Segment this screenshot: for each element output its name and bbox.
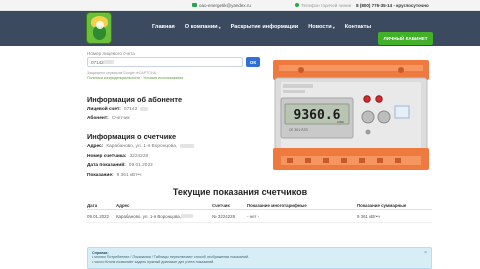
company-logo[interactable] [86, 12, 112, 44]
chevron-down-icon: ▾ [332, 24, 335, 30]
header-multitariff: Показание многотарифные [247, 202, 307, 208]
account-label: Номер лицевого счета [87, 51, 135, 56]
header-address: Адрес [116, 202, 130, 208]
subscriber-name-row: Абонент: Счетчик [87, 116, 130, 121]
meter-number-row: Номер счетчика: 3224228 [87, 154, 149, 159]
menu-item-disclosure[interactable]: Раскрытие информации [231, 24, 299, 30]
subscriber-info-title: Информация об абоненте [87, 95, 183, 104]
header-meter: Счетчик [212, 202, 230, 208]
ok-button[interactable]: ОК [246, 57, 260, 67]
meter-reading-row: Показание: 9 361 кВт•ч [87, 173, 142, 178]
header-date: Дата [87, 202, 98, 208]
account-number-value: 07142 [91, 59, 104, 65]
top-contact-bar: oao-energetik@yandex.ru Телефон горячей … [0, 0, 480, 11]
menu-item-about[interactable]: О компании ▾ [185, 24, 221, 30]
cell-address: Карабаново, ул. 1-я Воронцова, [116, 214, 212, 219]
help-box: Справка: • кнопки Потребление / Показани… [87, 247, 432, 269]
cell-meter: № 3224228 [212, 213, 236, 219]
email-contact[interactable]: oao-energetik@yandex.ru [192, 3, 251, 8]
phone-hint: Телефон горячей линии [301, 2, 352, 8]
phone-icon [295, 3, 299, 7]
recaptcha-notice: Защищено сервисом Google reCAPTCHA Полит… [87, 71, 184, 81]
meter-lcd-unit: kWh [337, 120, 344, 124]
phone-number[interactable]: 8 (800) 775-35-14 - круглосуточно [356, 3, 429, 8]
personal-cabinet-button[interactable]: ЛИЧНЫЙ КАБИНЕТ [378, 32, 433, 45]
phone-contact: Телефон горячей линии 8 (800) 775-35-14 … [295, 3, 429, 8]
meter-info-title: Информация о счетчике [87, 132, 177, 141]
help-line-2: • число Кнопк позволяет задать нужный ди… [92, 259, 215, 264]
readings-title: Текущие показания счетчиков [172, 187, 308, 197]
readings-table: Дата Адрес Счетчик Показание многотарифн… [87, 201, 432, 223]
table-row: 09.01.2022 Карабаново, ул. 1-я Воронцова… [87, 210, 432, 223]
meter-date-row: Дата показаний: 09.01.2022 [87, 163, 153, 168]
envelope-icon [192, 3, 197, 7]
table-header: Дата Адрес Счетчик Показание многотарифн… [87, 201, 432, 210]
cell-multitariff: - нет - [247, 213, 260, 219]
meter-model: CE 301 R33 [289, 128, 308, 132]
header-total: Показание суммарные [357, 202, 407, 208]
recaptcha-links[interactable]: Политика конфиденциальности · Условия ис… [87, 76, 183, 81]
email-text[interactable]: oao-energetik@yandex.ru [199, 3, 251, 8]
menu-item-news[interactable]: Новости ▾ [308, 24, 334, 30]
cell-total: 9 361 кВт•ч [357, 213, 380, 219]
account-number-input[interactable]: 07142 [87, 57, 243, 67]
meter-lcd-digits: 9360.6 [294, 108, 341, 123]
meter-address-row: Адрес: Карабаново, ул. 1-я Воронцова, [87, 144, 195, 149]
main-header: Главная О компании ▾ Раскрытие информации… [0, 11, 480, 46]
chevron-down-icon: ▾ [218, 24, 221, 30]
close-icon[interactable]: × [424, 251, 427, 256]
menu-item-contacts[interactable]: Контакты [345, 24, 371, 30]
electricity-meter-image: 9360.6 kWh CE 301 R33 [273, 60, 429, 170]
subscriber-account-row: Лицевой счет: 07142 [87, 107, 149, 112]
main-menu: Главная О компании ▾ Раскрытие информации… [152, 24, 371, 30]
cell-date: 09.01.2022 [87, 213, 109, 219]
menu-item-home[interactable]: Главная [152, 24, 175, 30]
